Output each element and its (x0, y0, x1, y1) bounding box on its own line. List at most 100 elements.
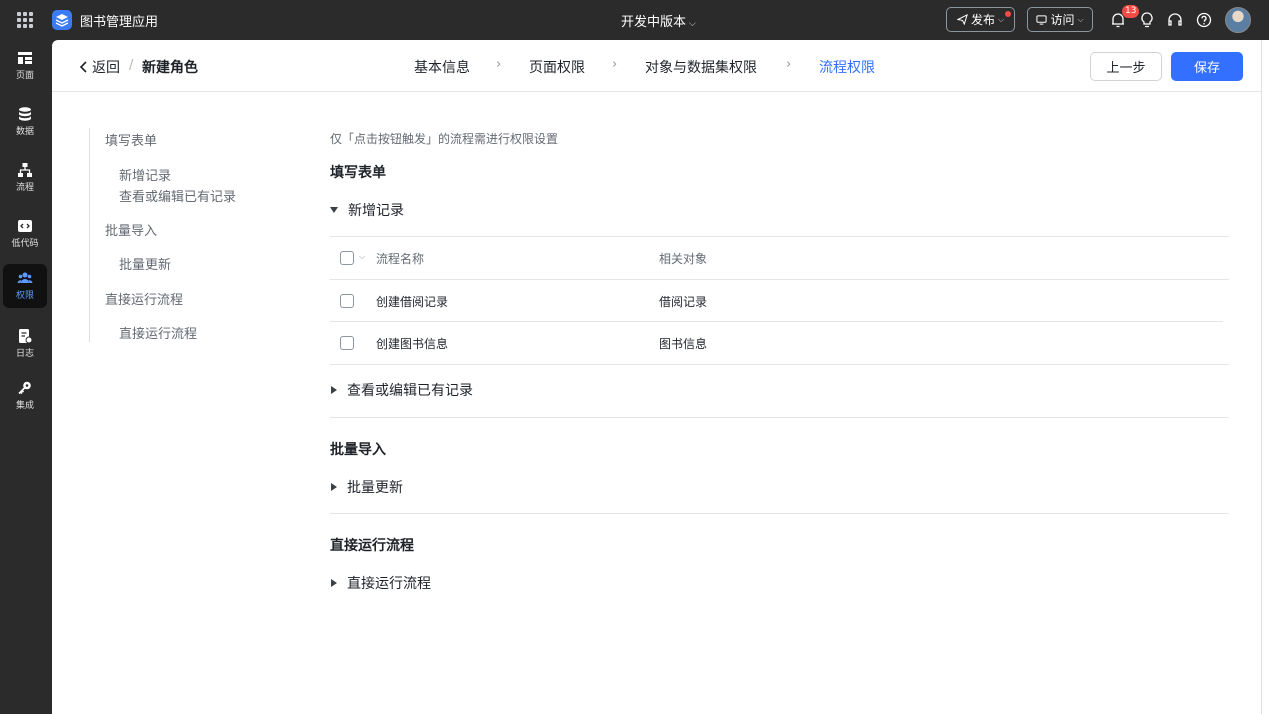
nav-item-permissions[interactable]: 权限 (3, 264, 47, 308)
log-icon (19, 329, 33, 344)
app-grid-icon[interactable] (17, 12, 33, 28)
divider (330, 279, 1229, 280)
step-basic-info[interactable]: 基本信息 (414, 57, 470, 77)
divider (330, 417, 1229, 418)
monitor-icon (1036, 15, 1048, 25)
section-title: 填写表单 (330, 165, 386, 181)
version-selector[interactable]: 开发中版本 ⌵ (621, 11, 696, 30)
main-panel: 返回 / 新建角色 基本信息 › 页面权限 › 对象与数据集权限 › 流程权限 … (52, 40, 1261, 714)
nav-label: 集成 (15, 401, 34, 411)
chevron-down-icon[interactable]: ⌵ (359, 252, 365, 262)
page-title: 新建角色 (142, 60, 198, 76)
chevron-down-icon: ⌵ (689, 19, 696, 29)
nav-label: 低代码 (11, 239, 39, 249)
chevron-right-icon: › (786, 57, 792, 72)
nav-item-flow[interactable]: 流程 (3, 156, 47, 200)
database-icon (19, 107, 31, 121)
notification-badge: 13 (1122, 5, 1140, 18)
caret-right-icon (331, 386, 337, 394)
lightbulb-icon[interactable] (1138, 11, 1156, 29)
column-header: 流程名称 (376, 252, 425, 266)
app-logo-icon (52, 10, 72, 30)
column-header: 相关对象 (659, 252, 708, 266)
group-label: 直接运行流程 (347, 576, 431, 592)
row-checkbox[interactable] (340, 294, 354, 308)
object-cell: 借阅记录 (659, 295, 708, 309)
nav-label: 页面 (15, 71, 34, 81)
back-label: 返回 (92, 60, 120, 76)
chevron-left-icon (79, 61, 87, 73)
toc-item[interactable]: 批量更新 (119, 254, 171, 273)
nav-label: 日志 (15, 349, 34, 359)
app-name: 图书管理应用 (80, 15, 159, 30)
step-object-permissions[interactable]: 对象与数据集权限 (645, 57, 757, 77)
caret-down-icon (330, 207, 338, 213)
toc-item[interactable]: 填写表单 (105, 130, 157, 149)
flow-name-cell: 创建图书信息 (376, 337, 449, 351)
divider (330, 364, 1229, 365)
page-header: 返回 / 新建角色 基本信息 › 页面权限 › 对象与数据集权限 › 流程权限 … (52, 40, 1261, 92)
divider (330, 321, 1223, 322)
group-label: 新增记录 (348, 203, 404, 219)
caret-right-icon (331, 579, 337, 587)
section-toc: 填写表单 新增记录 查看或编辑已有记录 批量导入 批量更新 直接运行流程 直接运… (89, 128, 269, 342)
group-toggle[interactable]: 新增记录 (330, 200, 404, 220)
step-flow-permissions[interactable]: 流程权限 (819, 57, 875, 77)
toc-item[interactable]: 直接运行流程 (119, 323, 197, 342)
chevron-down-icon: ⌵ (1077, 14, 1084, 24)
user-avatar[interactable] (1225, 7, 1251, 33)
group-toggle[interactable]: 直接运行流程 (330, 573, 431, 593)
publish-label: 发布 (970, 13, 995, 27)
nav-item-pages[interactable]: 页面 (3, 44, 47, 88)
step-page-permissions[interactable]: 页面权限 (529, 57, 585, 77)
object-cell: 图书信息 (659, 337, 708, 351)
pages-icon (18, 52, 32, 64)
headset-icon[interactable] (1166, 11, 1184, 29)
divider (330, 513, 1229, 514)
publish-button[interactable]: 发布 ⌵ (946, 7, 1015, 32)
flow-name-cell: 创建借阅记录 (376, 295, 449, 309)
nav-label: 流程 (15, 183, 34, 193)
toc-item[interactable]: 新增记录 (119, 165, 171, 184)
breadcrumb-separator: / (129, 58, 134, 73)
back-button[interactable]: 返回 (79, 57, 120, 77)
group-toggle[interactable]: 批量更新 (330, 477, 403, 497)
left-nav: 页面 数据 流程 低代码 权限 日志 集成 (0, 40, 52, 714)
nav-item-data[interactable]: 数据 (3, 100, 47, 144)
section-title: 批量导入 (330, 442, 386, 458)
users-icon (17, 272, 33, 283)
toc-item[interactable]: 批量导入 (105, 220, 157, 239)
chevron-right-icon: › (612, 57, 618, 72)
key-icon (18, 381, 31, 395)
nav-item-integration[interactable]: 集成 (3, 374, 47, 418)
group-toggle[interactable]: 查看或编辑已有记录 (330, 380, 473, 400)
section-title: 直接运行流程 (330, 538, 414, 554)
send-icon (956, 14, 968, 25)
toc-item[interactable]: 查看或编辑已有记录 (119, 186, 236, 205)
notice-text: 仅「点击按钮触发」的流程需进行权限设置 (330, 132, 559, 146)
scrollbar[interactable] (1261, 40, 1269, 714)
code-icon (18, 220, 32, 232)
chevron-right-icon: › (496, 57, 502, 72)
top-bar: 图书管理应用 开发中版本 ⌵ 发布 ⌵ 访问 ⌵ 13 (0, 0, 1269, 40)
version-label: 开发中版本 (621, 15, 687, 30)
group-label: 查看或编辑已有记录 (347, 383, 473, 399)
flow-icon (18, 163, 32, 177)
nav-label: 数据 (15, 127, 34, 137)
previous-step-button[interactable]: 上一步 (1090, 52, 1162, 81)
publish-status-dot (1005, 11, 1011, 17)
chevron-down-icon: ⌵ (997, 14, 1005, 24)
toc-item[interactable]: 直接运行流程 (105, 289, 183, 308)
help-icon[interactable] (1195, 11, 1213, 29)
nav-item-logs[interactable]: 日志 (3, 322, 47, 366)
row-checkbox[interactable] (340, 336, 354, 350)
visit-label: 访问 (1050, 13, 1075, 27)
nav-label: 权限 (15, 291, 34, 301)
group-label: 批量更新 (347, 480, 403, 496)
select-all-checkbox[interactable] (340, 251, 354, 265)
save-button[interactable]: 保存 (1171, 52, 1243, 81)
divider (330, 236, 1229, 237)
visit-button[interactable]: 访问 ⌵ (1027, 7, 1093, 32)
caret-right-icon (331, 483, 337, 491)
nav-item-lowcode[interactable]: 低代码 (3, 212, 47, 256)
